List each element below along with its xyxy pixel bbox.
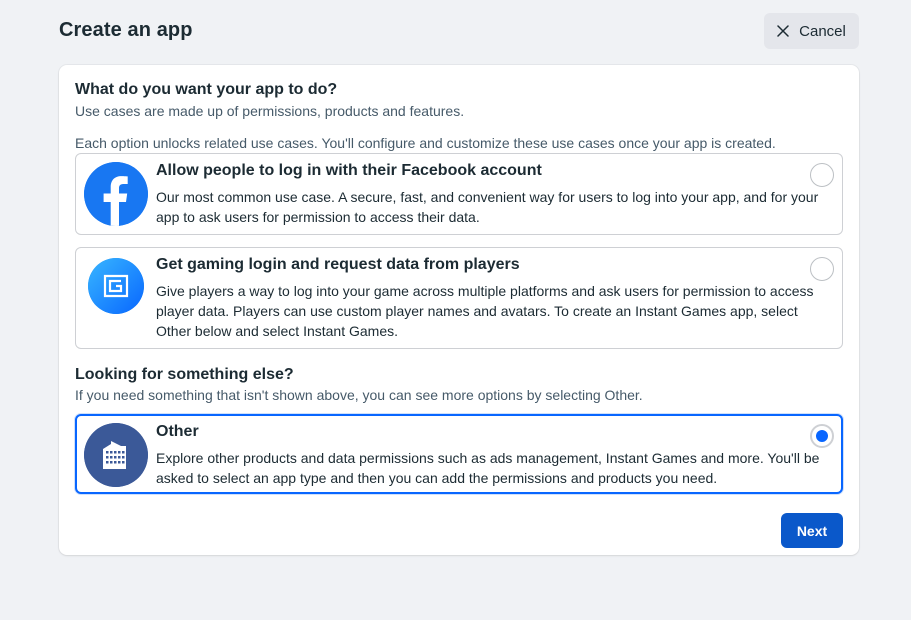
- option-title: Other: [156, 423, 199, 440]
- radio-facebook-login[interactable]: [810, 163, 834, 187]
- page-title: Create an app: [59, 19, 193, 41]
- other-subtitle: If you need something that isn't shown a…: [75, 387, 643, 403]
- building-icon: [84, 423, 148, 487]
- use-case-note: Each option unlocks related use cases. Y…: [75, 135, 776, 151]
- radio-gaming-login[interactable]: [810, 257, 834, 281]
- option-other[interactable]: Other Explore other products and data pe…: [75, 414, 843, 494]
- other-heading: Looking for something else?: [75, 366, 294, 383]
- create-app-card: What do you want your app to do? Use cas…: [59, 65, 859, 555]
- facebook-logo-icon: [84, 162, 148, 226]
- option-description: Explore other products and data permissi…: [156, 450, 820, 486]
- use-case-heading: What do you want your app to do?: [75, 81, 338, 98]
- option-facebook-login[interactable]: Allow people to log in with their Facebo…: [75, 153, 843, 235]
- radio-other[interactable]: [810, 424, 834, 448]
- option-title: Allow people to log in with their Facebo…: [156, 162, 542, 179]
- close-icon: [777, 25, 789, 37]
- next-button[interactable]: Next: [781, 513, 843, 548]
- cancel-label: Cancel: [799, 22, 846, 40]
- option-gaming-login[interactable]: Get gaming login and request data from p…: [75, 247, 843, 349]
- cancel-button[interactable]: Cancel: [764, 13, 859, 49]
- gaming-icon: [88, 258, 144, 314]
- option-description: Give players a way to log into your game…: [156, 283, 814, 339]
- option-title: Get gaming login and request data from p…: [156, 256, 520, 273]
- use-case-subtitle: Use cases are made up of permissions, pr…: [75, 103, 465, 119]
- option-description: Our most common use case. A secure, fast…: [156, 189, 819, 225]
